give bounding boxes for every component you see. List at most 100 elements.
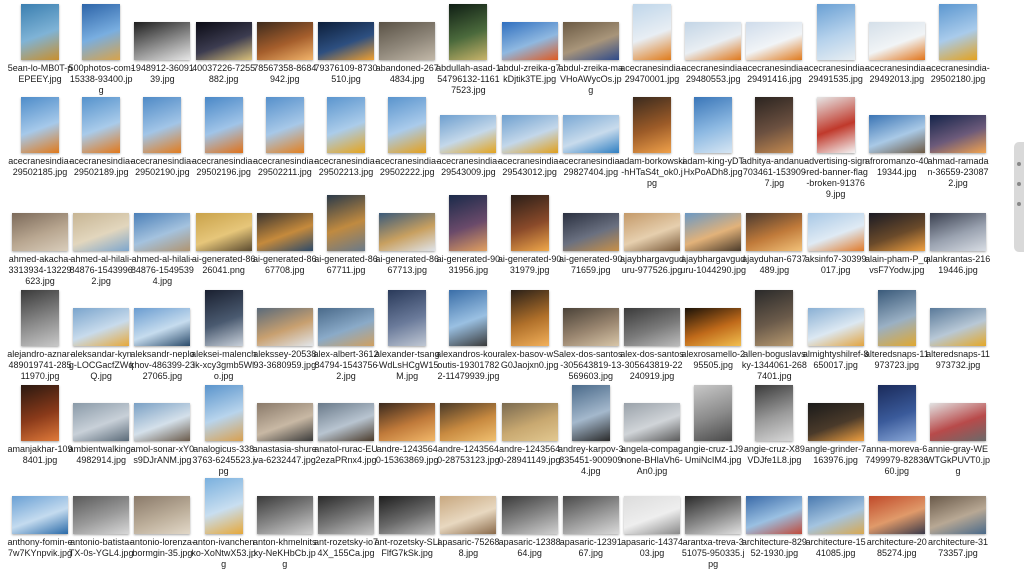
image-thumbnail[interactable]	[204, 290, 243, 346]
file-tile[interactable]: andre-1243564 0-28753123.jpg	[437, 383, 500, 466]
image-thumbnail[interactable]	[318, 22, 374, 60]
image-thumbnail[interactable]	[449, 195, 488, 251]
image-thumbnail[interactable]	[562, 115, 619, 153]
image-thumbnail[interactable]	[449, 290, 488, 346]
file-tile[interactable]: alex-dos-santos-305643819-13569603.jpg	[559, 288, 623, 382]
image-thumbnail[interactable]	[501, 115, 558, 153]
file-tile[interactable]: anastasia-shureva-6232447.jpg	[253, 383, 317, 466]
image-thumbnail[interactable]	[256, 22, 313, 60]
image-thumbnail[interactable]	[195, 22, 252, 60]
image-thumbnail[interactable]	[73, 403, 130, 441]
image-thumbnail[interactable]	[379, 22, 436, 60]
image-thumbnail[interactable]	[755, 290, 794, 346]
file-tile[interactable]: alex-dos-santos-305643819-22240919.jpg	[620, 288, 684, 382]
file-tile[interactable]: 5ean-lo-MB0T-pEPEEY.jpg	[8, 2, 72, 85]
image-thumbnail[interactable]	[816, 97, 855, 153]
file-tile[interactable]: acecranesindia-29492013.jpg	[865, 2, 929, 85]
file-tile[interactable]: alteredsnaps-11973723.jpg	[865, 288, 929, 371]
file-tile[interactable]: adam-king-yDTHxPoADh8.jpg	[682, 95, 744, 178]
file-tile[interactable]: anton-khmelnitsky-NeKHbCb.jpg	[253, 476, 317, 570]
image-thumbnail[interactable]	[816, 4, 855, 60]
image-thumbnail[interactable]	[877, 290, 916, 346]
image-thumbnail[interactable]	[379, 496, 436, 534]
file-tile[interactable]: alain-pham-P_qvsF7Yodw.jpg	[865, 193, 929, 276]
file-tile[interactable]: 78567358-8684942.jpg	[253, 2, 316, 85]
file-tile[interactable]: acecranesindia-29502189.jpg	[69, 95, 133, 178]
file-tile[interactable]: acecranesindia-29502211.jpg	[253, 95, 317, 178]
image-thumbnail[interactable]	[755, 97, 794, 153]
image-thumbnail[interactable]	[562, 308, 619, 346]
image-thumbnail[interactable]	[134, 22, 191, 60]
image-thumbnail[interactable]	[510, 290, 549, 346]
image-thumbnail[interactable]	[868, 115, 925, 153]
file-tile[interactable]: alekssey-2053893-3680959.jpg	[253, 288, 316, 371]
image-thumbnail[interactable]	[21, 385, 59, 441]
image-thumbnail[interactable]	[694, 385, 733, 441]
file-tile[interactable]: aleksandar-kyng-LOCGacfZWqQ.jpg	[69, 288, 133, 382]
file-tile[interactable]: alteredsnaps-11973732.jpg	[926, 288, 990, 371]
file-tile[interactable]: arantxa-treva-351075-950335.jpg	[682, 476, 744, 570]
image-thumbnail[interactable]	[501, 496, 558, 534]
image-thumbnail[interactable]	[694, 97, 733, 153]
file-tile[interactable]: alejandro-aznar-489019741-28511970.jpg	[7, 288, 73, 382]
image-thumbnail[interactable]	[930, 213, 986, 251]
file-tile[interactable]: anna-moreva-67499979-8283660.jpg	[865, 383, 928, 477]
image-thumbnail[interactable]	[501, 22, 558, 60]
file-tile[interactable]: abdullah-asad-154796132-11617523.jpg	[436, 2, 501, 96]
file-tile[interactable]: abdul-zreika-g7kDjtik3TE.jpg	[499, 2, 561, 85]
image-thumbnail[interactable]	[265, 97, 304, 153]
file-tile[interactable]: acecranesindia-29491535.jpg	[804, 2, 867, 85]
image-thumbnail[interactable]	[510, 195, 549, 251]
file-tile[interactable]: abandoned-2674834.jpg	[376, 2, 439, 85]
file-tile[interactable]: ant-rozetsky-io74X_155Ca.jpg	[314, 476, 378, 559]
file-tile[interactable]: acecranesindia-29502190.jpg	[131, 95, 194, 178]
file-tile[interactable]: alexandros-kouroutis-193017822-11479939.…	[436, 288, 501, 382]
image-thumbnail[interactable]	[21, 290, 59, 346]
file-tile[interactable]: 40037226-7255882.jpg	[192, 2, 255, 85]
image-thumbnail[interactable]	[134, 308, 191, 346]
file-tile[interactable]: ajaybhargavguduru-977526.jpg	[620, 193, 684, 276]
file-tile[interactable]: adhitya-andanu-703461-1539097.jpg	[742, 95, 807, 189]
image-thumbnail[interactable]	[134, 403, 191, 441]
file-tile[interactable]: aleksei-malenchik-xcy3gmb5Wlo.jpg	[191, 288, 256, 382]
image-thumbnail[interactable]	[204, 97, 243, 153]
image-thumbnail[interactable]	[685, 213, 742, 251]
file-tile[interactable]: almightyshilref-8650017.jpg	[803, 288, 868, 371]
file-tile[interactable]: antonio-batista-TX-0s-YGL4.jpg	[69, 476, 133, 559]
image-thumbnail[interactable]	[868, 22, 925, 60]
file-tile[interactable]: apasaric-12388 64.jpg	[499, 476, 561, 559]
image-thumbnail[interactable]	[327, 195, 365, 251]
file-tile[interactable]: ai-generated-9071659.jpg	[559, 193, 623, 276]
file-tile[interactable]: alexrosamello-295505.jpg	[681, 288, 745, 371]
file-tile[interactable]: anatol-rurac-EU2ezaPRnx4.jpg	[314, 383, 378, 466]
file-tile[interactable]: architecture-20 85274.jpg	[867, 476, 927, 559]
file-tile[interactable]: acecranesindia-29502185.jpg	[8, 95, 72, 178]
file-tile[interactable]: ai-generated-8667713.jpg	[375, 193, 439, 276]
image-thumbnail[interactable]	[12, 496, 68, 534]
file-tile[interactable]: afroromanzo-4019344.jpg	[865, 95, 929, 178]
image-thumbnail[interactable]	[562, 213, 619, 251]
file-tile[interactable]: architecture-31 73357.jpg	[928, 476, 988, 559]
image-thumbnail[interactable]	[807, 213, 864, 251]
file-tile[interactable]: angela-compagnone-BHlaVh6-An0.jpg	[621, 383, 683, 477]
file-tile[interactable]: advertising-sign-red-banner-flag-broken-…	[803, 95, 868, 200]
image-thumbnail[interactable]	[939, 4, 977, 60]
file-tile[interactable]: acecranesindia-29543012.jpg	[498, 95, 561, 178]
image-thumbnail[interactable]	[624, 496, 680, 534]
image-thumbnail[interactable]	[143, 97, 182, 153]
image-thumbnail[interactable]	[624, 213, 680, 251]
image-thumbnail[interactable]	[685, 496, 742, 534]
image-thumbnail[interactable]	[388, 97, 427, 153]
file-tile[interactable]: ahmad-ramadan-36559-230872.jpg	[927, 95, 989, 189]
image-thumbnail[interactable]	[134, 213, 191, 251]
file-tile[interactable]: angie-cruz-X89VDJfe1L8.jpg	[744, 383, 805, 466]
file-tile[interactable]: 500photos-com-15338-93400.jpg	[69, 2, 134, 96]
image-thumbnail[interactable]	[21, 4, 59, 60]
file-tile[interactable]: andre-1243564 0-28941149.jpg	[499, 383, 561, 466]
image-thumbnail[interactable]	[379, 213, 436, 251]
file-tile[interactable]: amanjakhar-1098401.jpg	[7, 383, 73, 466]
image-thumbnail[interactable]	[501, 403, 558, 441]
file-tile[interactable]: alex-basov-wSG0Jaojxn0.jpg	[500, 288, 560, 371]
image-thumbnail[interactable]	[73, 496, 130, 534]
file-tile[interactable]: ahmed-al-hilali-84876-1543996 2.jpg	[70, 193, 133, 287]
